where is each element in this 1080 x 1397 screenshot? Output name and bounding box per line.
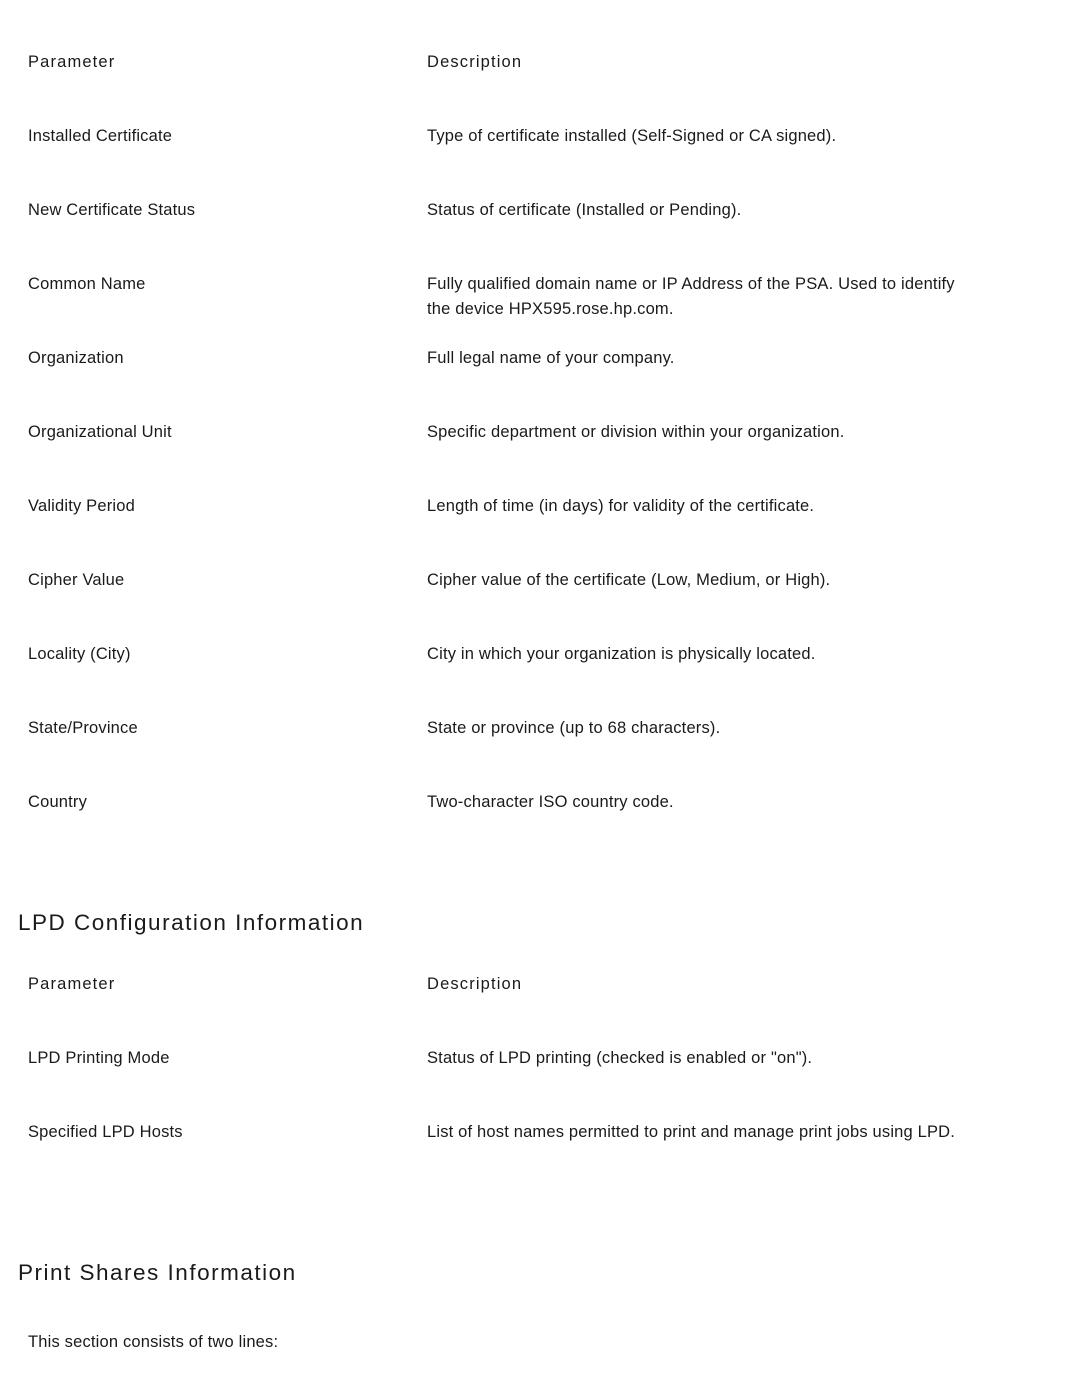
column-header-parameter-label: Parameter bbox=[28, 975, 116, 993]
parameter-cell: Validity Period bbox=[0, 494, 427, 568]
table-row: Cipher Value Cipher value of the certifi… bbox=[0, 568, 1080, 642]
parameter-description: City in which your organization is physi… bbox=[427, 645, 816, 663]
column-header-parameter: Parameter bbox=[0, 972, 427, 1046]
parameter-cell: Specified LPD Hosts bbox=[0, 1120, 427, 1194]
parameter-cell: Organization bbox=[0, 346, 427, 420]
description-cell: List of host names permitted to print an… bbox=[427, 1120, 1080, 1194]
parameter-name: Organizational Unit bbox=[28, 423, 172, 441]
description-cell: Status of LPD printing (checked is enabl… bbox=[427, 1046, 1080, 1120]
parameter-name: LPD Printing Mode bbox=[28, 1049, 170, 1067]
description-cell: City in which your organization is physi… bbox=[427, 642, 1080, 716]
parameter-name: New Certificate Status bbox=[28, 201, 196, 219]
parameter-cell: Locality (City) bbox=[0, 642, 427, 716]
table-row: Validity Period Length of time (in days)… bbox=[0, 494, 1080, 568]
parameter-description: Specific department or division within y… bbox=[427, 423, 845, 441]
table-row: Organization Full legal name of your com… bbox=[0, 346, 1080, 420]
description-cell: Type of certificate installed (Self-Sign… bbox=[427, 124, 1080, 198]
parameter-description: Fully qualified domain name or IP Addres… bbox=[427, 275, 955, 318]
parameter-description: Cipher value of the certificate (Low, Me… bbox=[427, 571, 831, 589]
parameter-name: Locality (City) bbox=[28, 645, 131, 663]
parameter-description: Status of LPD printing (checked is enabl… bbox=[427, 1049, 813, 1067]
parameter-name: Organization bbox=[28, 349, 124, 367]
parameter-name: Cipher Value bbox=[28, 571, 125, 589]
parameter-name: Common Name bbox=[28, 275, 146, 293]
description-cell: Status of certificate (Installed or Pend… bbox=[427, 198, 1080, 272]
document-page: Parameter Description Installed Certific… bbox=[0, 0, 1080, 1397]
description-cell: Specific department or division within y… bbox=[427, 420, 1080, 494]
parameter-name: State/Province bbox=[28, 719, 138, 737]
parameter-cell: New Certificate Status bbox=[0, 198, 427, 272]
table-row: Installed Certificate Type of certificat… bbox=[0, 124, 1080, 198]
parameter-description: Type of certificate installed (Self-Sign… bbox=[427, 127, 837, 145]
parameter-name: Specified LPD Hosts bbox=[28, 1123, 183, 1141]
parameter-name: Validity Period bbox=[28, 497, 135, 515]
column-header-description-label: Description bbox=[427, 53, 523, 71]
parameter-cell: Cipher Value bbox=[0, 568, 427, 642]
description-cell: State or province (up to 68 characters). bbox=[427, 716, 1080, 790]
parameter-description: Status of certificate (Installed or Pend… bbox=[427, 201, 742, 219]
parameter-cell: LPD Printing Mode bbox=[0, 1046, 427, 1120]
table-row: LPD Printing Mode Status of LPD printing… bbox=[0, 1046, 1080, 1120]
section-heading-print-shares: Print Shares Information bbox=[18, 1260, 297, 1285]
parameter-description: Full legal name of your company. bbox=[427, 349, 675, 367]
certificate-parameter-table: Parameter Description Installed Certific… bbox=[0, 50, 1080, 864]
parameter-description: Length of time (in days) for validity of… bbox=[427, 497, 815, 515]
table-row: State/Province State or province (up to … bbox=[0, 716, 1080, 790]
table-row: Organizational Unit Specific department … bbox=[0, 420, 1080, 494]
parameter-cell: State/Province bbox=[0, 716, 427, 790]
column-header-parameter-label: Parameter bbox=[28, 53, 116, 71]
parameter-description: List of host names permitted to print an… bbox=[427, 1123, 956, 1141]
parameter-description: Two-character ISO country code. bbox=[427, 793, 674, 811]
column-header-description: Description bbox=[427, 50, 1080, 124]
description-cell: Length of time (in days) for validity of… bbox=[427, 494, 1080, 568]
section-heading-lpd-configuration: LPD Configuration Information bbox=[18, 910, 365, 935]
table-row: Common Name Fully qualified domain name … bbox=[0, 272, 1080, 346]
table-row: Country Two-character ISO country code. bbox=[0, 790, 1080, 864]
parameter-name: Country bbox=[28, 793, 88, 811]
table-header-row: Parameter Description bbox=[0, 972, 1080, 1046]
column-header-description: Description bbox=[427, 972, 1080, 1046]
parameter-cell: Common Name bbox=[0, 272, 427, 346]
print-shares-intro-text: This section consists of two lines: bbox=[28, 1333, 279, 1351]
description-cell: Cipher value of the certificate (Low, Me… bbox=[427, 568, 1080, 642]
description-cell: Full legal name of your company. bbox=[427, 346, 1080, 420]
parameter-cell: Organizational Unit bbox=[0, 420, 427, 494]
parameter-name: Installed Certificate bbox=[28, 127, 173, 145]
column-header-description-label: Description bbox=[427, 975, 523, 993]
table-row: New Certificate Status Status of certifi… bbox=[0, 198, 1080, 272]
parameter-description: State or province (up to 68 characters). bbox=[427, 719, 721, 737]
lpd-parameter-table: Parameter Description LPD Printing Mode … bbox=[0, 972, 1080, 1194]
table-header-row: Parameter Description bbox=[0, 50, 1080, 124]
column-header-parameter: Parameter bbox=[0, 50, 427, 124]
table-row: Specified LPD Hosts List of host names p… bbox=[0, 1120, 1080, 1194]
description-cell: Two-character ISO country code. bbox=[427, 790, 1080, 864]
parameter-cell: Country bbox=[0, 790, 427, 864]
description-cell: Fully qualified domain name or IP Addres… bbox=[427, 272, 1080, 346]
table-row: Locality (City) City in which your organ… bbox=[0, 642, 1080, 716]
parameter-cell: Installed Certificate bbox=[0, 124, 427, 198]
